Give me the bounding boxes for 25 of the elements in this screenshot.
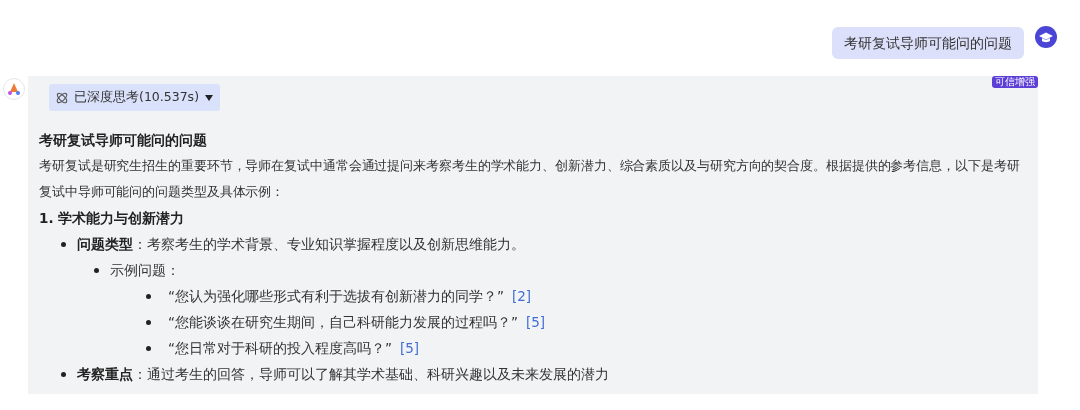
bullet-icon: [61, 241, 66, 247]
list-item-text: “您日常对于科研的投入程度高吗？”: [168, 339, 392, 358]
list-item-text: “您能谈谈在研究生期间，自己科研能力发展的过程吗？”: [168, 313, 518, 332]
intro-paragraph: 考研复试是研究生招生的重要环节，导师在复试中通常会通过提问来考察考生的学术能力、创新潜力、综合素质以及与研究方向的契合度。根据提供的参考信息，以下是考研复试中导师可能问的问题类型及具体示例：: [39, 157, 1021, 201]
graduation-cap-avatar-icon: [1035, 26, 1057, 48]
bullet-icon: [61, 371, 66, 377]
atom-icon: [55, 90, 69, 105]
trust-badge: 可信增强: [992, 76, 1038, 88]
answer-title: 考研复试导师可能问的问题: [39, 131, 208, 150]
citation-link[interactable]: [5]: [400, 335, 420, 361]
bullet-icon: [146, 293, 151, 299]
section-heading: 1. 学术能力与创新潜力: [39, 209, 186, 228]
assistant-avatar-icon: [3, 78, 25, 100]
bullet-icon: [146, 345, 151, 351]
citation-link[interactable]: [2]: [512, 283, 532, 309]
user-message: 考研复试导师可能问的问题: [832, 27, 1024, 59]
list-item-text: 考察重点：通过考生的回答，导师可以了解其学术基础、科研兴趣以及未来发展的潜力: [77, 365, 609, 384]
bullet-icon: [146, 319, 151, 325]
list-item-text: 示例问题：: [110, 261, 180, 280]
caret-icon: [204, 93, 214, 102]
list-item-text: 问题类型：考察考生的学术背景、专业知识掌握程度以及创新思维能力。: [77, 235, 525, 254]
list-item-text: “您认为强化哪些形式有利于选拔有创新潜力的同学？”: [168, 287, 504, 306]
thinking-toggle[interactable]: 已深度思考(10.537s): [49, 84, 220, 111]
bullet-icon: [94, 267, 99, 273]
citation-link[interactable]: [5]: [526, 309, 546, 335]
